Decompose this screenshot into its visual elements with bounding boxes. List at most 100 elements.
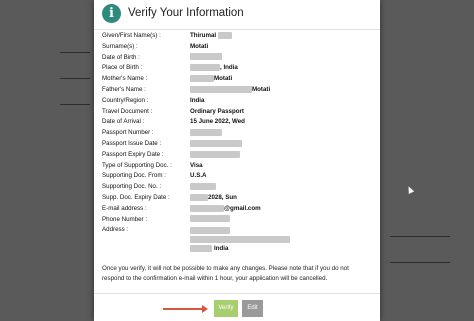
info-row: Supporting Doc. From : U.S.A [102,171,374,182]
info-row-value-text: Ordinary Passport [190,107,244,115]
info-row: Travel Document : Ordinary Passport [102,107,374,118]
info-row-value: U.S.A [190,171,207,182]
info-row: Supporting Doc. No. : [102,182,374,193]
redacted-value [190,215,230,223]
info-row: Country/Region : India [102,96,374,107]
dialog-header: i Verify Your Information [94,0,380,30]
redacted-value [190,85,252,93]
info-row-value-text: U.S.A [190,172,207,180]
info-row-value-text: Motati [214,75,233,83]
redacted-value [190,53,222,61]
info-row-value-text: 2028, Sun [208,193,237,201]
info-row: E-mail address : @gmail.com [102,204,374,215]
address-value: India [190,226,290,253]
address-line [190,235,290,244]
header-divider [94,29,380,30]
info-row-value: India [190,96,204,107]
info-row-label: E-mail address : [102,204,147,212]
address-line: India [190,244,290,253]
info-row-value [190,215,230,226]
info-row: Surname(s) : Motati [102,42,374,53]
info-row-label: Father's Name : [102,85,146,93]
info-row-value: Motati [190,42,208,53]
info-row-value-text: , India [220,64,238,72]
info-row-value-text: Motati [252,85,271,93]
info-row-label: Mother's Name : [102,75,148,83]
redacted-value [190,150,240,158]
info-row-value: Motati [190,74,232,85]
redacted-value [190,236,290,244]
info-row: Mother's Name : Motati [102,74,374,85]
info-row-value-text: Visa [190,161,203,169]
info-row-label: Date of Birth : [102,53,140,61]
info-row: Phone Number : [102,215,374,226]
footer-divider [94,293,380,294]
confirmation-notice: Once you verify, it will not be possible… [102,265,349,282]
address-row: Address : India [102,225,374,253]
info-table: Given/First Name(s) : Thirumal Surname(s) … [102,31,374,253]
info-row-value: 2028, Sun [190,193,237,204]
redacted-value [190,204,224,212]
info-row: Type of Supporting Doc. : Visa [102,161,374,172]
info-row-value: Ordinary Passport [190,107,244,118]
info-row-value: Visa [190,161,203,172]
info-row: Place of Birth : , India [102,63,374,74]
info-row-value: Motati [190,85,270,96]
redacted-value [190,193,208,201]
info-row-label: Date of Arrival : [102,118,145,126]
redacted-value [190,139,242,147]
edit-button[interactable]: Edit [242,300,263,317]
verify-dialog: i Verify Your Information Given/First Na… [94,0,380,321]
info-row-value-text: @gmail.com [224,204,261,212]
info-row: Supp. Doc. Expiry Date : 2028, Sun [102,193,374,204]
info-row: Date of Birth : [102,53,374,64]
info-row-value-text: Motati [190,42,209,50]
redacted-value [190,129,222,137]
info-row-label: Given/First Name(s) : [102,32,161,39]
info-row: Given/First Name(s) : Thirumal [102,31,374,42]
arrow-head-icon [202,305,208,313]
info-row-value [190,128,222,139]
address-line [190,226,290,235]
info-row-value-text: India [190,96,205,104]
info-row-label: Phone Number : [102,215,148,223]
redacted-value [190,64,220,72]
info-row-value-text: Thirumal [190,32,217,39]
dialog-title: Verify Your Information [128,7,244,19]
info-row: Passport Number : [102,128,374,139]
info-row-value: Thirumal [190,31,233,42]
info-row-label: Surname(s) : [102,42,138,50]
redacted-value [190,183,216,191]
info-row-label: Passport Issue Date : [102,139,162,147]
redacted-value [190,227,230,235]
info-row-label: Type of Supporting Doc. : [102,161,172,169]
info-row: Father's Name : Motati [102,85,374,96]
info-row: Passport Issue Date : [102,139,374,150]
address-country: India [214,245,229,253]
info-row-value [190,139,242,150]
info-row-value: @gmail.com [190,204,261,215]
info-row-value [190,53,222,64]
info-row-label: Passport Number : [102,129,154,137]
info-row-label: Passport Expiry Date : [102,150,164,158]
redacted-value [190,245,212,253]
info-row-value [190,182,216,193]
address-label: Address : [102,226,129,234]
info-icon: i [102,4,121,23]
info-row-label: Supporting Doc. No. : [102,183,162,191]
info-row-label: Place of Birth : [102,64,143,72]
info-row-label: Travel Document : [102,107,153,115]
info-row-value [190,150,240,161]
info-row: Passport Expiry Date : [102,150,374,161]
info-row-value: , India [190,63,238,74]
redacted-value [218,31,233,39]
info-row-value: 15 June 2022, Wed [190,117,245,128]
pointer-arrow [163,308,203,310]
info-row-label: Country/Region : [102,96,149,104]
info-row-value-text: 15 June 2022, Wed [190,118,245,126]
info-row: Date of Arrival : 15 June 2022, Wed [102,117,374,128]
redacted-value [190,75,214,83]
verify-button[interactable]: Verify [214,300,238,317]
info-row-label: Supp. Doc. Expiry Date : [102,193,170,201]
info-row-label: Supporting Doc. From : [102,172,166,180]
